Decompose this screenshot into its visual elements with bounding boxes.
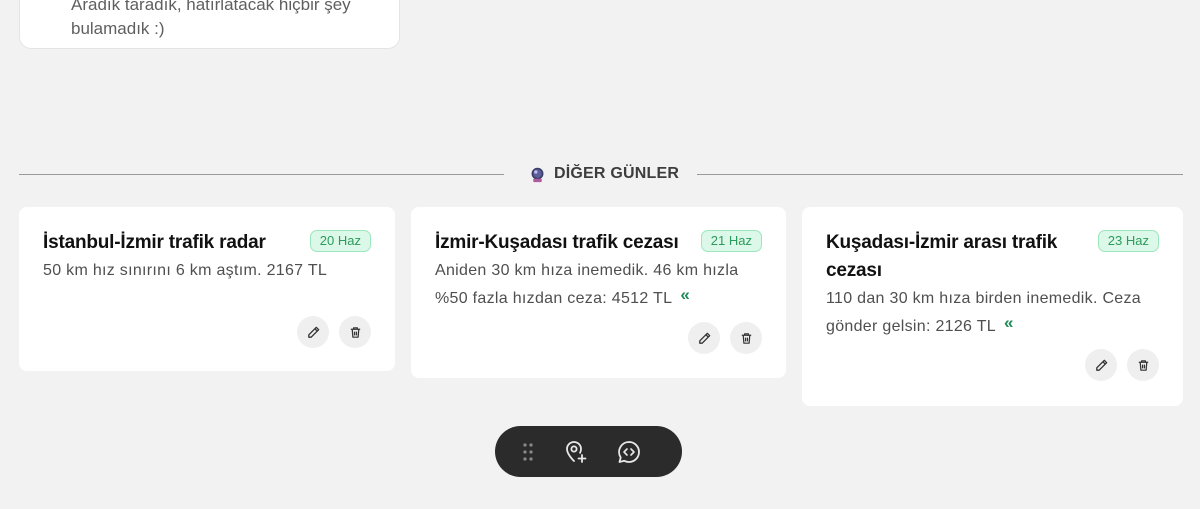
card-actions bbox=[297, 316, 371, 348]
card-title: İstanbul-İzmir trafik radar bbox=[43, 232, 266, 253]
edit-button[interactable] bbox=[1085, 349, 1117, 381]
chat-code-icon bbox=[618, 440, 640, 463]
card-title: İzmir-Kuşadası trafik cezası bbox=[435, 232, 679, 253]
floating-toolbar bbox=[495, 426, 682, 477]
card-body-text: Aniden 30 km hıza inemedik. 46 km hızla … bbox=[435, 262, 739, 307]
section-header: DİĞER GÜNLER bbox=[529, 163, 679, 185]
delete-button[interactable] bbox=[1127, 349, 1159, 381]
crystal-ball-icon bbox=[531, 167, 544, 182]
add-location-button[interactable] bbox=[563, 439, 589, 465]
chat-button[interactable] bbox=[616, 439, 642, 465]
reminder-card[interactable]: Kuşadası-İzmir arası trafik cezası 23 Ha… bbox=[802, 207, 1183, 406]
pencil-icon bbox=[1095, 359, 1107, 371]
card-actions bbox=[688, 322, 762, 354]
card-actions bbox=[1085, 349, 1159, 381]
empty-reminders-card: Aradık taradık, hatırlatacak hiçbir şey … bbox=[19, 0, 400, 49]
date-badge: 21 Haz bbox=[700, 230, 762, 252]
reminder-card[interactable]: İzmir-Kuşadası trafik cezası 21 Haz Anid… bbox=[411, 207, 786, 378]
card-body-text: 50 km hız sınırını 6 km aştım. 2167 TL bbox=[43, 262, 328, 279]
card-body-text: 110 dan 30 km hıza birden inemedik. Ceza… bbox=[826, 290, 1141, 335]
card-title: Kuşadası-İzmir arası trafik cezası bbox=[826, 232, 1058, 281]
section-divider-left bbox=[19, 174, 504, 175]
map-pin-plus-icon bbox=[566, 440, 587, 463]
section-divider-right bbox=[697, 174, 1183, 175]
card-body: 110 dan 30 km hıza birden inemedik. Ceza… bbox=[826, 285, 1159, 340]
trash-icon bbox=[350, 326, 360, 338]
date-badge: 20 Haz bbox=[309, 230, 371, 252]
empty-reminders-text: Aradık taradık, hatırlatacak hiçbir şey … bbox=[71, 0, 351, 38]
trash-icon bbox=[1138, 359, 1148, 371]
double-chevron-left-icon[interactable]: « bbox=[1004, 309, 1014, 336]
pencil-icon bbox=[698, 332, 710, 344]
delete-button[interactable] bbox=[730, 322, 762, 354]
section-title: DİĞER GÜNLER bbox=[554, 165, 680, 182]
card-body: 50 km hız sınırını 6 km aştım. 2167 TL bbox=[43, 257, 371, 284]
date-badge: 23 Haz bbox=[1097, 230, 1159, 252]
drag-handle-icon[interactable] bbox=[522, 442, 534, 462]
pencil-icon bbox=[307, 326, 319, 338]
double-chevron-left-icon[interactable]: « bbox=[680, 281, 690, 308]
trash-icon bbox=[741, 332, 751, 344]
edit-button[interactable] bbox=[688, 322, 720, 354]
reminder-card[interactable]: İstanbul-İzmir trafik radar 20 Haz 50 km… bbox=[19, 207, 395, 371]
edit-button[interactable] bbox=[297, 316, 329, 348]
card-body: Aniden 30 km hıza inemedik. 46 km hızla … bbox=[435, 257, 762, 312]
delete-button[interactable] bbox=[339, 316, 371, 348]
